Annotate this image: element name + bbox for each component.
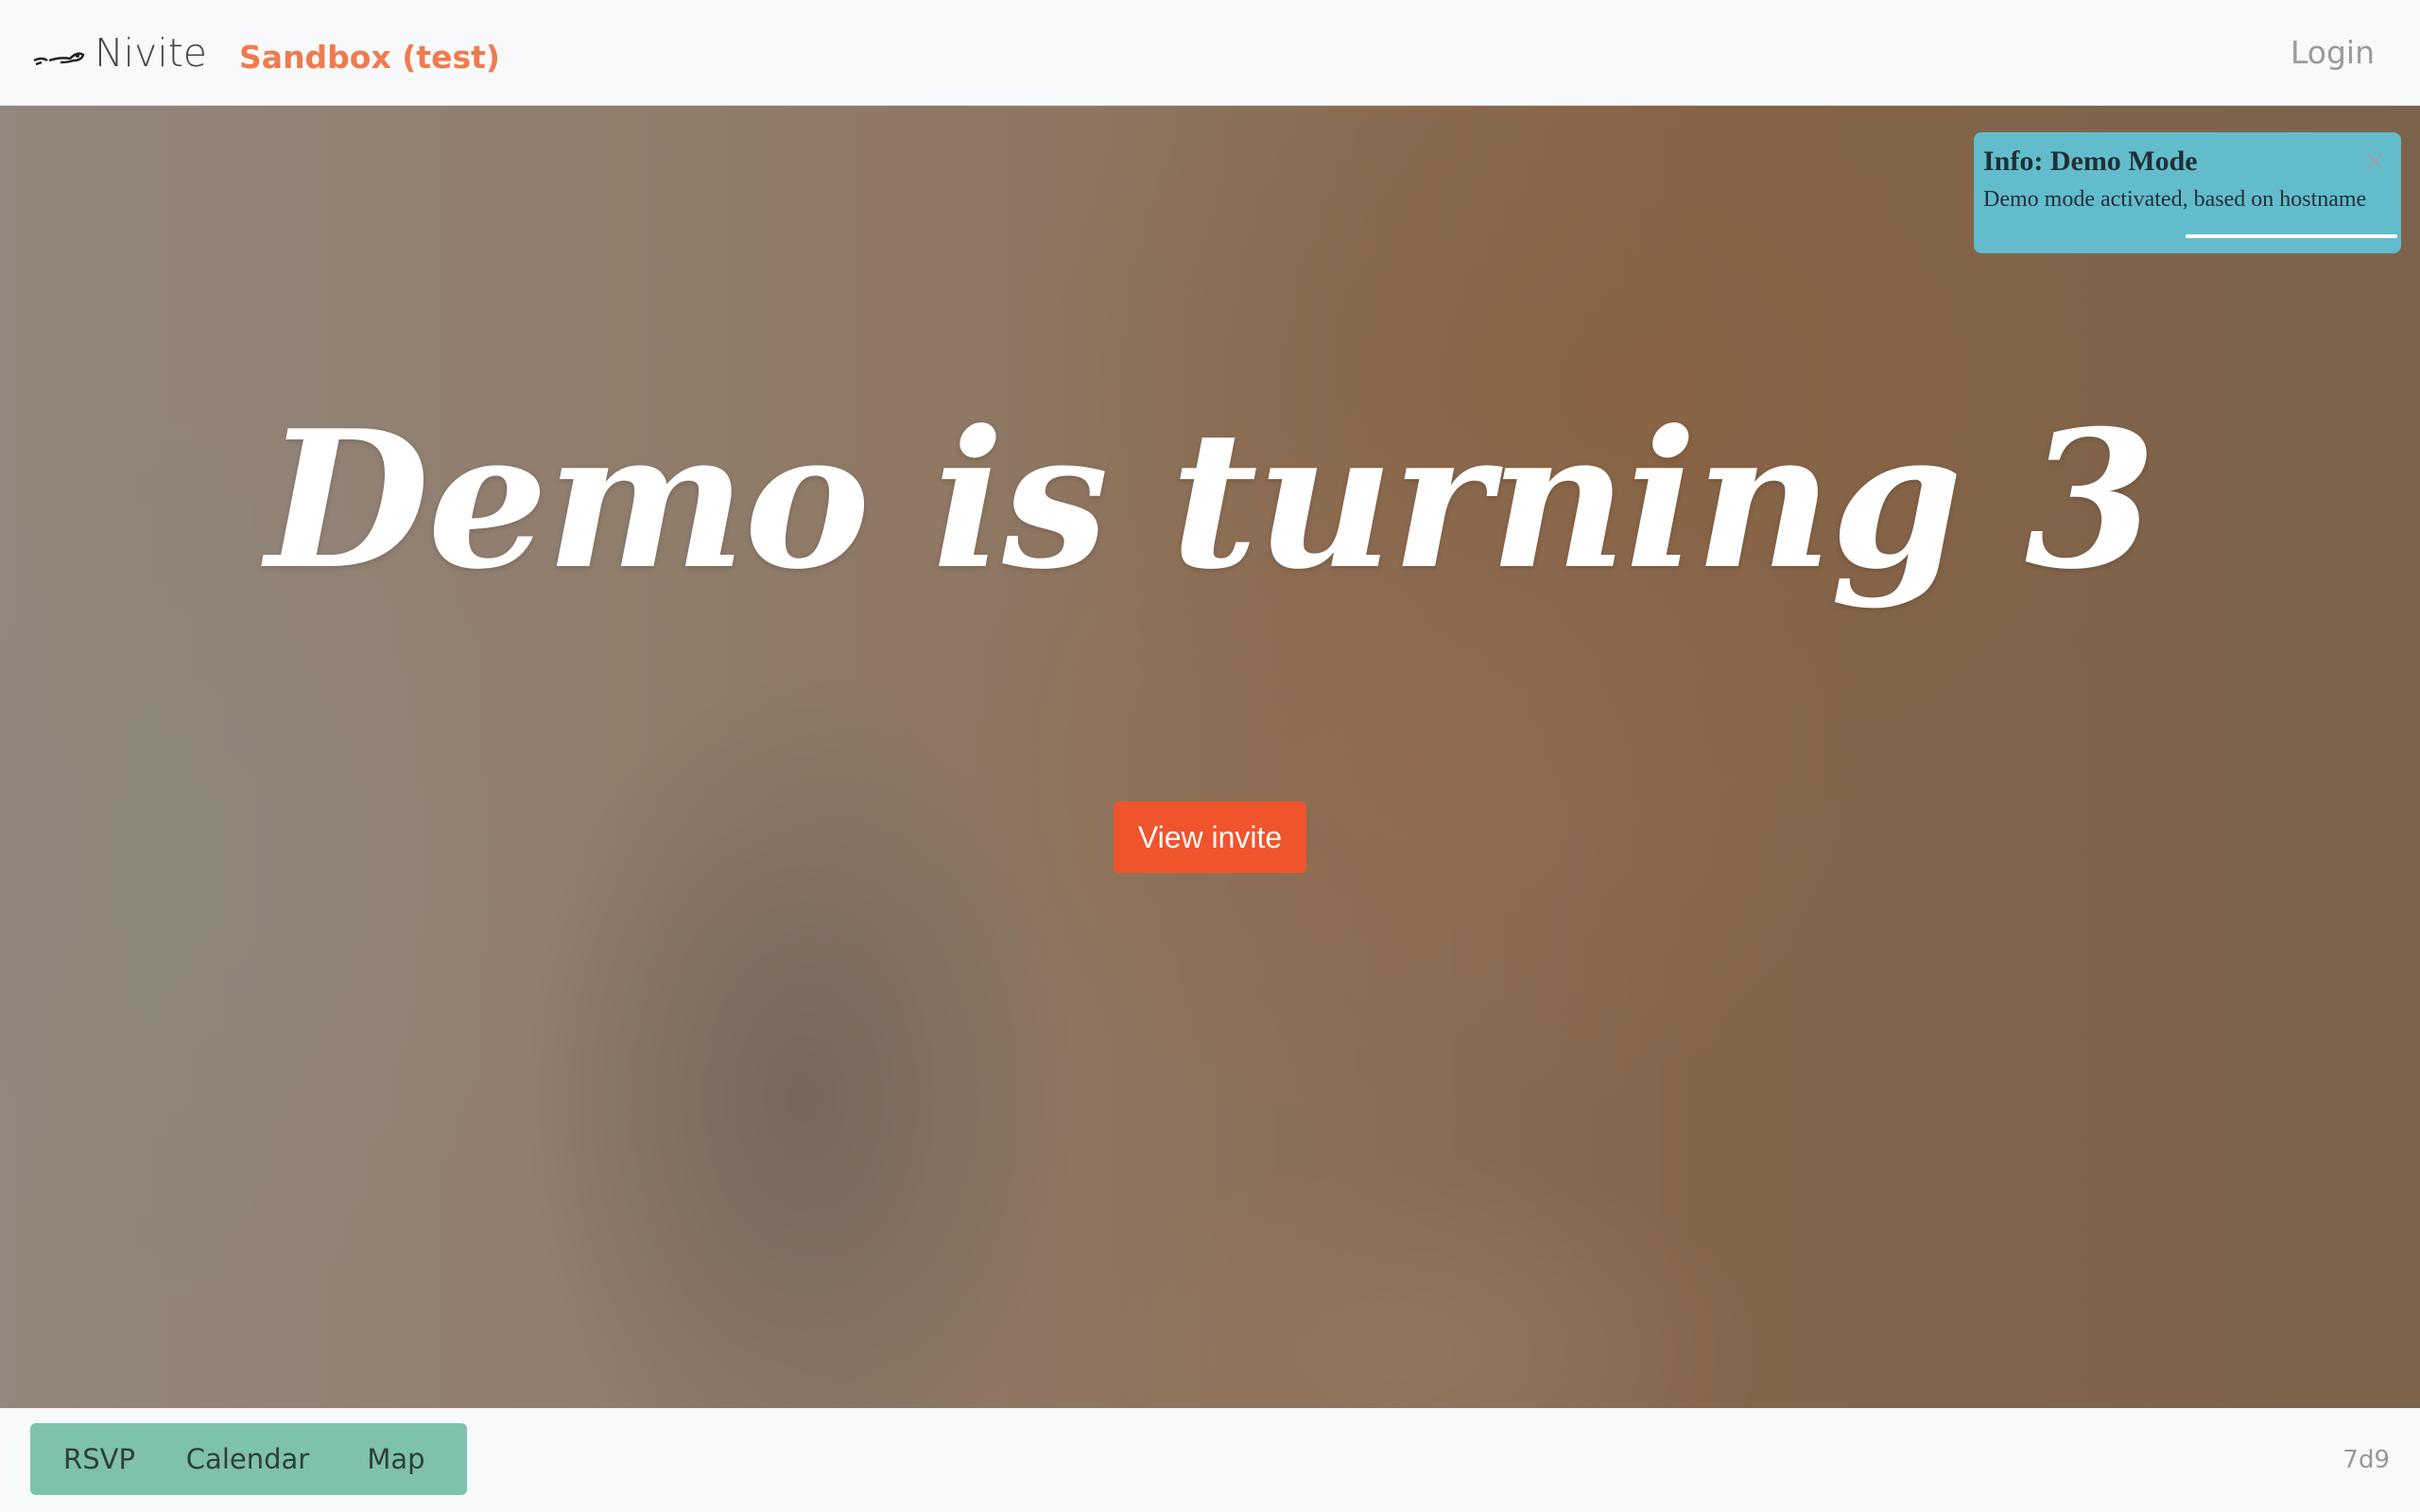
bottom-bar: RSVP Calendar Map 7d9	[0, 1408, 2420, 1512]
info-toast: Info: Demo Mode Demo mode activated, bas…	[1974, 132, 2401, 253]
toast-message: Demo mode activated, based on hostname	[1983, 187, 2367, 212]
version-label: 7d9	[2342, 1446, 2390, 1474]
calendar-button[interactable]: Calendar	[168, 1423, 327, 1495]
close-icon[interactable]	[2363, 149, 2386, 172]
login-link[interactable]: Login	[2290, 34, 2375, 71]
view-invite-button[interactable]: View invite	[1114, 801, 1306, 873]
rsvp-button[interactable]: RSVP	[30, 1423, 168, 1495]
nivite-logo-icon	[33, 51, 85, 65]
map-button[interactable]: Map	[327, 1423, 465, 1495]
brand-link[interactable]: Nivite	[32, 30, 207, 76]
toast-title: Info: Demo Mode	[1983, 146, 2198, 177]
environment-label: Sandbox (test)	[239, 39, 500, 76]
top-navbar: Nivite Sandbox (test) Login	[0, 0, 2420, 106]
toast-progress-bar	[2186, 234, 2397, 238]
bottom-button-group: RSVP Calendar Map	[30, 1423, 467, 1495]
hero-title: Demo is turning 3	[265, 389, 2156, 611]
brand-name: Nivite	[95, 29, 208, 76]
hero-background-image: Demo is turning 3 View invite	[0, 106, 2420, 1408]
